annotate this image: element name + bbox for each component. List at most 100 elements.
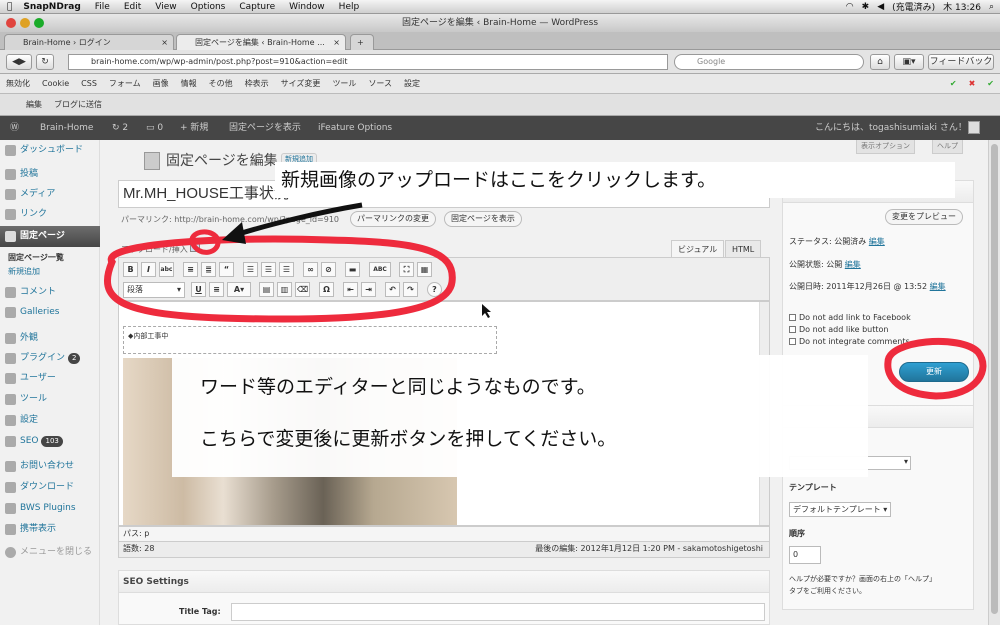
- devbar-css[interactable]: CSS: [81, 79, 97, 88]
- collapse-menu-button[interactable]: メニューを閉じる: [0, 542, 100, 563]
- help-icon[interactable]: ?: [427, 282, 442, 297]
- order-input[interactable]: 0: [789, 546, 821, 564]
- menu-file[interactable]: File: [95, 2, 110, 12]
- date-edit-link[interactable]: 編集: [930, 282, 946, 291]
- avatar[interactable]: [968, 121, 980, 134]
- title-tag-input[interactable]: [231, 603, 765, 621]
- change-permalink-button[interactable]: パーマリンクの変更: [350, 211, 436, 227]
- menu-options[interactable]: Options: [191, 2, 226, 12]
- error-icon[interactable]: ✖: [969, 79, 976, 88]
- app-menu[interactable]: SnapNDrag: [23, 2, 80, 12]
- tab-visual[interactable]: ビジュアル: [671, 240, 725, 258]
- comments-icon[interactable]: ▭ 0: [146, 116, 163, 140]
- devbar-form[interactable]: フォーム: [109, 78, 141, 89]
- indent-icon[interactable]: ⇥: [361, 282, 376, 297]
- kitchen-sink-icon[interactable]: ▦: [417, 262, 432, 277]
- align-right-icon[interactable]: ☰: [279, 262, 294, 277]
- tab-edit-page[interactable]: 固定ページを編集 ‹ Brain-Home ... ×: [176, 34, 346, 50]
- italic-icon[interactable]: I: [141, 262, 156, 277]
- sidebar-item-plugins[interactable]: プラグイン 2: [0, 348, 100, 369]
- sidebar-item-settings[interactable]: 設定: [0, 410, 100, 431]
- address-bar[interactable]: brain-home.com/wp/wp-admin/post.php?post…: [68, 54, 668, 70]
- wifi-icon[interactable]: ◠: [846, 2, 854, 12]
- format-select[interactable]: 段落 ▾: [123, 282, 185, 298]
- battery-status[interactable]: (充電済み): [892, 0, 935, 13]
- bookmark-menu-icon[interactable]: ▣▾: [894, 54, 924, 70]
- sidebar-item-mobile[interactable]: 携帯表示: [0, 519, 100, 540]
- undo-icon[interactable]: ↶: [385, 282, 400, 297]
- facebook-link-option[interactable]: Do not add link to Facebook: [789, 313, 911, 322]
- spellcheck-icon[interactable]: ABC: [369, 262, 391, 277]
- sidebar-item-comments[interactable]: コメント: [0, 282, 100, 303]
- text-color-icon[interactable]: A▾: [227, 282, 251, 297]
- visibility-edit-link[interactable]: 編集: [845, 260, 861, 269]
- sidebar-item-posts[interactable]: 投稿: [0, 164, 100, 185]
- sidebar-item-media[interactable]: メディア: [0, 184, 100, 205]
- search-input[interactable]: Google: [674, 54, 864, 70]
- feedback-button[interactable]: フィードバック: [928, 54, 994, 70]
- user-greeting[interactable]: こんにちは、togashisumiaki さん！: [815, 116, 967, 140]
- ifeature-options-link[interactable]: iFeature Options: [318, 116, 392, 140]
- menu-capture[interactable]: Capture: [239, 2, 275, 12]
- justify-icon[interactable]: ≡: [209, 282, 224, 297]
- link-icon[interactable]: ∞: [303, 262, 318, 277]
- bullet-list-icon[interactable]: ≡: [183, 262, 198, 277]
- bookmark-blog-post[interactable]: ブログに送信: [54, 99, 102, 110]
- bluetooth-icon[interactable]: ✱: [862, 2, 870, 12]
- scrollbar-thumb[interactable]: [991, 144, 998, 614]
- underline-icon[interactable]: U: [191, 282, 206, 297]
- devbar-settings[interactable]: 設定: [404, 78, 420, 89]
- sidebar-item-tools[interactable]: ツール: [0, 389, 100, 410]
- checkbox[interactable]: [789, 338, 796, 345]
- view-page-link[interactable]: 固定ページを表示: [229, 116, 301, 140]
- close-tab-icon[interactable]: ×: [161, 35, 168, 50]
- checkbox[interactable]: [789, 326, 796, 333]
- spotlight-icon[interactable]: ⌕: [989, 2, 994, 12]
- blockquote-icon[interactable]: “: [219, 262, 234, 277]
- sidebar-item-contact[interactable]: お問い合わせ: [0, 456, 100, 477]
- unlink-icon[interactable]: ⊘: [321, 262, 336, 277]
- view-page-button[interactable]: 固定ページを表示: [444, 211, 522, 227]
- page-scrollbar[interactable]: [988, 140, 1000, 625]
- devbar-cookie[interactable]: Cookie: [42, 79, 69, 88]
- like-button-option[interactable]: Do not add like button: [789, 325, 889, 334]
- back-button[interactable]: ◀▶: [6, 54, 32, 70]
- integrate-comments-option[interactable]: Do not integrate comments: [789, 337, 910, 346]
- tab-login[interactable]: Brain-Home › ログイン ×: [4, 34, 174, 50]
- volume-icon[interactable]: ◀: [877, 2, 884, 12]
- devbar-images[interactable]: 画像: [153, 78, 169, 89]
- sidebar-item-download[interactable]: ダウンロード: [0, 477, 100, 498]
- devbar-misc[interactable]: その他: [209, 78, 233, 89]
- new-tab-button[interactable]: +: [350, 34, 374, 50]
- sidebar-subitem-all-pages[interactable]: 固定ページ一覧: [8, 252, 64, 263]
- sidebar-item-bws-plugins[interactable]: BWS Plugins: [0, 498, 100, 519]
- sidebar-item-pages[interactable]: 固定ページ: [0, 226, 100, 247]
- reload-button[interactable]: ↻: [36, 54, 54, 70]
- sidebar-item-galleries[interactable]: Galleries: [0, 302, 100, 323]
- devbar-resize[interactable]: サイズ変更: [281, 78, 321, 89]
- close-tab-icon[interactable]: ×: [333, 35, 340, 50]
- devbar-disable[interactable]: 無効化: [6, 78, 30, 89]
- bookmark-edit[interactable]: 編集: [26, 99, 42, 110]
- menu-help[interactable]: Help: [339, 2, 360, 12]
- special-char-icon[interactable]: Ω: [319, 282, 334, 297]
- sidebar-item-users[interactable]: ユーザー: [0, 368, 100, 389]
- menu-edit[interactable]: Edit: [124, 2, 141, 12]
- devbar-source[interactable]: ソース: [368, 78, 392, 89]
- updates-icon[interactable]: ↻ 2: [112, 116, 128, 140]
- tab-html[interactable]: HTML: [725, 240, 762, 258]
- devbar-info[interactable]: 情報: [181, 78, 197, 89]
- paste-word-icon[interactable]: ▥: [277, 282, 292, 297]
- sidebar-item-seo[interactable]: SEO 103: [0, 431, 100, 452]
- add-media-icon[interactable]: [190, 243, 201, 252]
- template-select[interactable]: デフォルトテンプレート ▾: [789, 502, 892, 517]
- screen-options-button[interactable]: 表示オプション: [856, 140, 915, 154]
- checkbox[interactable]: [789, 314, 796, 321]
- help-button[interactable]: ヘルプ: [932, 140, 963, 154]
- bold-icon[interactable]: B: [123, 262, 138, 277]
- devbar-outline[interactable]: 枠表示: [245, 78, 269, 89]
- align-left-icon[interactable]: ☰: [243, 262, 258, 277]
- seo-settings-heading[interactable]: SEO Settings: [119, 571, 769, 593]
- preview-changes-button[interactable]: 変更をプレビュー: [885, 209, 963, 225]
- status-edit-link[interactable]: 編集: [869, 237, 885, 246]
